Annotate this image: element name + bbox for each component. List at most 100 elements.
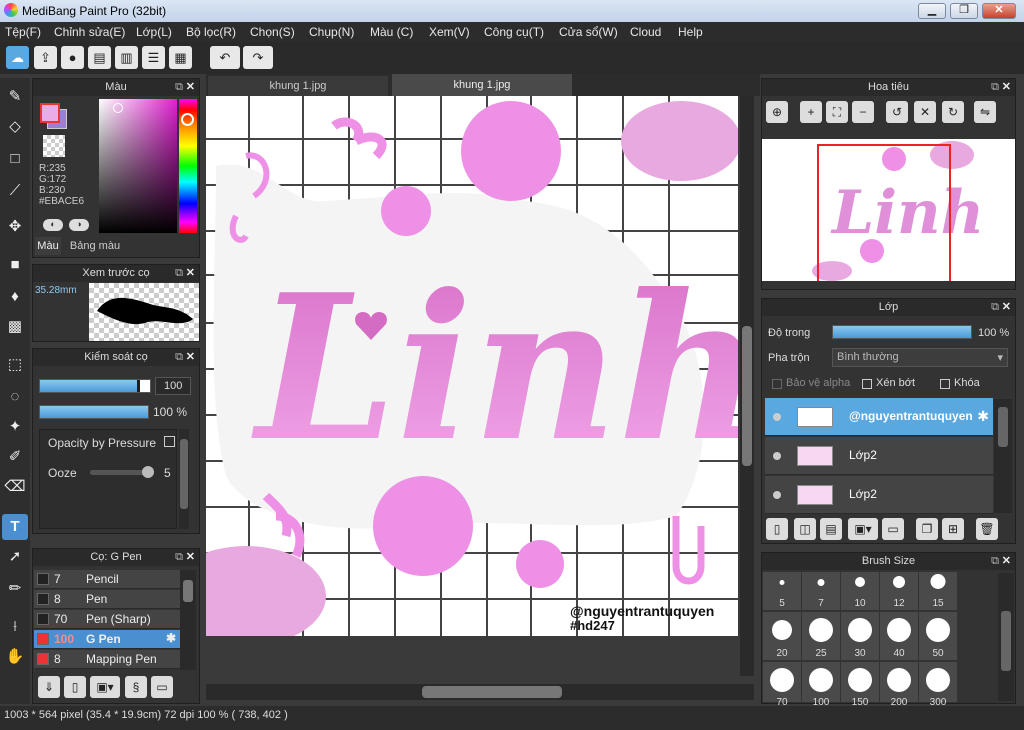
transparent-swatch[interactable] [43,135,65,157]
menu-help[interactable]: Help [678,25,703,39]
slider-handle[interactable] [140,380,150,392]
hue-slider[interactable] [179,99,197,233]
select-eraser-icon[interactable]: ⌫ [2,474,28,500]
rotate-left-icon[interactable]: ↺ [886,101,908,123]
menu-capture[interactable]: Chụp(N) [309,25,354,39]
eraser-tool-icon[interactable]: ◇ [2,114,28,140]
protect-alpha-checkbox[interactable] [772,379,782,389]
grid-icon[interactable]: ▦ [169,46,192,69]
layer-row[interactable]: Lớp2 [765,437,993,475]
blend-mode-select[interactable]: Bình thường ▾ [832,348,1008,367]
eyedropper-icon[interactable]: ⟊ [2,614,28,640]
chat-icon[interactable]: ▤ [88,46,111,69]
popout-icon[interactable]: ⧉ [175,265,183,282]
close-icon[interactable]: ✕ [186,265,195,282]
lasso-tool-icon[interactable]: ◌ [2,384,28,410]
new-brush-icon[interactable]: ▯ [64,676,86,698]
magic-wand-icon[interactable]: ✦ [2,414,28,440]
close-icon[interactable]: ✕ [186,349,195,366]
menu-filter[interactable]: Bộ lọc(R) [186,25,236,39]
sv-cursor[interactable] [113,103,123,113]
popout-icon[interactable]: ⧉ [175,549,183,566]
line-tool-icon[interactable]: ⟋ [2,178,28,204]
brush-size-30[interactable]: 30 [841,612,879,660]
brush-size-7[interactable]: 7 [802,572,840,610]
brush-item-pen-sharp[interactable]: 70 Pen (Sharp) [34,610,180,629]
layer-row-selected[interactable]: @nguyentrantuquyen ✱ [765,398,993,436]
tab-document-2[interactable]: khung 1.jpg [392,74,572,96]
eye-icon[interactable] [773,413,781,421]
close-icon[interactable]: ✕ [1002,299,1011,316]
list-icon[interactable]: ☰ [142,46,165,69]
layer-opacity-slider[interactable] [832,325,972,339]
trash-icon[interactable]: 🗑 [976,518,998,540]
brush-size-300[interactable]: 300 [919,662,957,708]
close-icon[interactable]: ✕ [186,79,195,96]
brush-list-scrollbar[interactable] [180,570,196,670]
select-pen-icon[interactable]: ✐ [2,444,28,470]
move-tool-icon[interactable]: ✥ [2,214,28,240]
brush-add-menu-icon[interactable]: ▣▾ [90,676,120,698]
brush-item-pen[interactable]: 8 Pen [34,590,180,609]
brush-size-100[interactable]: 100 [802,662,840,708]
popout-icon[interactable]: ⧉ [175,349,183,366]
close-icon[interactable]: ✕ [1002,79,1011,96]
saturation-value-picker[interactable] [99,99,177,233]
menu-tools[interactable]: Công cụ(T) [484,25,544,39]
menu-cloud[interactable]: Cloud [630,25,661,39]
comment-icon[interactable]: ● [61,46,84,69]
minimize-button[interactable]: ▁ [918,3,946,19]
rectangle-tool-icon[interactable]: □ [2,146,28,172]
vertical-scrollbar[interactable] [740,96,754,676]
flip-icon[interactable]: ⇋ [974,101,996,123]
brush-size-10[interactable]: 10 [841,572,879,610]
zoom-icon[interactable]: ⊕ [766,101,788,123]
ooze-slider[interactable] [90,466,154,478]
brush-size-5[interactable]: 5 [763,572,801,610]
brush-size-150[interactable]: 150 [841,662,879,708]
new-layer-icon[interactable]: ▯ [766,518,788,540]
brush-size-15[interactable]: 15 [919,572,957,610]
brush-opacity-slider[interactable] [39,405,149,419]
merge-layer-icon[interactable]: ⊞ [942,518,964,540]
swap-color-icon[interactable]: ◐ [43,219,63,231]
cloud-icon[interactable]: ☁ [6,46,29,69]
horizontal-scroll-thumb[interactable] [422,686,562,698]
popout-icon[interactable]: ⧉ [175,79,183,96]
brush-item-g-pen[interactable]: 100 G Pen ✱ [34,630,180,649]
brush-size-slider[interactable] [39,379,151,393]
main-color-swatch[interactable] [40,103,60,123]
upload-icon[interactable]: ⇪ [34,46,57,69]
gear-icon[interactable]: ✱ [166,631,176,645]
hand-tool-icon[interactable]: ✋ [2,644,28,670]
gear-icon[interactable]: ✱ [977,408,989,425]
hue-cursor[interactable] [181,113,194,126]
fill-rect-tool-icon[interactable]: ■ [2,252,28,278]
popout-icon[interactable]: ⧉ [991,553,999,570]
operation-tool-icon[interactable]: ➚ [2,544,28,570]
popout-icon[interactable]: ⧉ [991,299,999,316]
brush-size-50[interactable]: 50 [919,612,957,660]
rotate-right-icon[interactable]: ↻ [942,101,964,123]
menu-color[interactable]: Màu (C) [370,25,413,39]
document-icon[interactable]: ▥ [115,46,138,69]
close-button[interactable]: ✕ [982,3,1016,19]
opacity-pressure-checkbox[interactable] [164,436,175,447]
zoom-in-icon[interactable]: + [800,101,822,123]
vertical-scroll-thumb[interactable] [742,326,752,466]
brush-size-40[interactable]: 40 [880,612,918,660]
brush-size-200[interactable]: 200 [880,662,918,708]
brush-size-value[interactable]: 100 [155,377,191,395]
lock-checkbox[interactable] [940,379,950,389]
eye-icon[interactable] [773,452,781,460]
horizontal-scrollbar[interactable] [206,684,754,700]
brush-size-20[interactable]: 20 [763,612,801,660]
tab-document-1[interactable]: khung 1.jpg [208,76,388,96]
bucket-tool-icon[interactable]: ♦ [2,284,28,310]
text-tool-icon[interactable]: T [2,514,28,540]
close-icon[interactable]: ✕ [186,549,195,566]
add-layer-menu-icon[interactable]: ▣▾ [848,518,878,540]
brush-options-scrollbar[interactable] [179,429,189,529]
layer-row[interactable]: Lớp2 [765,476,993,514]
menu-window[interactable]: Cửa sổ(W) [559,25,618,39]
